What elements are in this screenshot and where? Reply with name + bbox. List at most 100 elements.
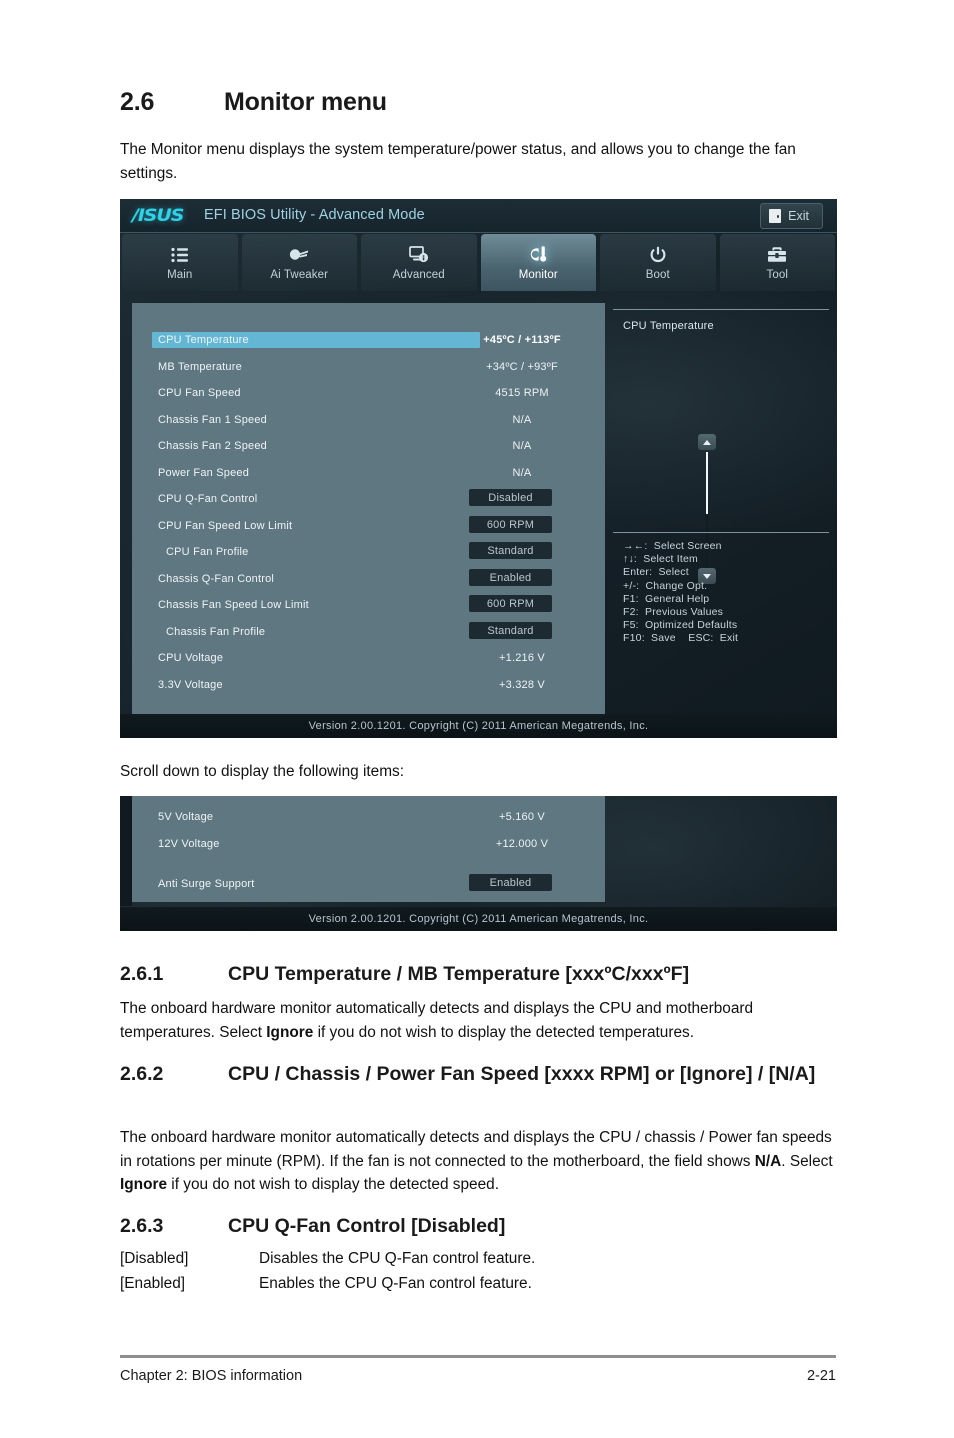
item-value-chassis-fan-1-speed: N/A <box>512 414 532 426</box>
item-label-mb-temperature[interactable]: MB Temperature <box>158 361 242 373</box>
manual-page: 2.6 Monitor menu The Monitor menu display… <box>0 0 954 1438</box>
intro-paragraph: The Monitor menu displays the system tem… <box>120 141 796 182</box>
bios2-items-panel: 5V Voltage 12V Voltage Anti Surge Suppor… <box>132 796 605 902</box>
tab-ai-tweaker[interactable]: Ai Tweaker <box>241 234 357 291</box>
definition-term-enabled: [Enabled] <box>120 1275 186 1292</box>
item-label-3-3v-voltage[interactable]: 3.3V Voltage <box>158 679 223 691</box>
heading-2-6-1: 2.6.1 CPU Temperature / MB Temperature [x… <box>120 960 828 989</box>
tab-main[interactable]: Main <box>122 234 238 291</box>
tab-monitor-label: Monitor <box>518 268 558 281</box>
section-title: Monitor menu <box>224 88 387 116</box>
help-bottom-divider <box>613 532 829 533</box>
paragraph-2-6-1: The onboard hardware monitor automatical… <box>120 997 836 1044</box>
scroll-note: Scroll down to display the following ite… <box>120 763 405 780</box>
item-label-cpu-voltage[interactable]: CPU Voltage <box>158 652 223 664</box>
p262-a: The onboard hardware monitor automatical… <box>120 1129 832 1170</box>
definition-desc-disabled: Disables the CPU Q-Fan control feature. <box>259 1250 536 1267</box>
option-chassis-fan-profile[interactable]: Standard <box>469 622 552 639</box>
item-value-cpu-voltage: +1.216 V <box>499 652 545 664</box>
footer-divider <box>120 1355 836 1358</box>
help-top-divider <box>613 309 829 310</box>
definition-list-2-6-3: [Disabled] Disables the CPU Q-Fan control… <box>120 1246 836 1296</box>
heading-2-6-1-number: 2.6.1 <box>120 963 164 985</box>
definition-term-disabled: [Disabled] <box>120 1250 189 1267</box>
item-label-cpu-fan-speed-low-limit[interactable]: CPU Fan Speed Low Limit <box>158 520 292 532</box>
tab-advanced-label: Advanced <box>392 268 445 281</box>
heading-2-6-2: 2.6.2 CPU / Chassis / Power Fan Speed [xx… <box>120 1060 828 1089</box>
item-value-3-3v-voltage: +3.328 V <box>499 679 545 691</box>
item-value-chassis-fan-2-speed: N/A <box>512 440 532 452</box>
option-anti-surge-support[interactable]: Enabled <box>469 874 552 891</box>
item-value-cpu-temperature: +45ºC / +113ºF <box>483 334 561 346</box>
bios-utility-title: EFI BIOS Utility - Advanced Mode <box>204 207 425 223</box>
bios-version-footer: Version 2.00.1201. Copyright (C) 2011 Am… <box>308 720 649 732</box>
item-value-12v-voltage: +12.000 V <box>495 838 549 850</box>
p262-bold-1: N/A <box>754 1152 782 1170</box>
item-label-chassis-fan-2-speed[interactable]: Chassis Fan 2 Speed <box>158 440 267 452</box>
tab-tool[interactable]: Tool <box>719 234 835 291</box>
item-label-chassis-q-fan-control[interactable]: Chassis Q-Fan Control <box>158 573 274 585</box>
bios-tab-bar: Main Ai Tweaker Advanced Monitor Boot To… <box>120 232 837 291</box>
heading-2-6-2-number: 2.6.2 <box>120 1063 164 1085</box>
bios-header-bar: /ISUS EFI BIOS Utility - Advanced Mode E… <box>120 199 837 233</box>
item-value-5v-voltage: +5.160 V <box>499 811 545 823</box>
footer-chapter-label: Chapter 2: BIOS information <box>120 1368 303 1384</box>
tab-ai-tweaker-label: Ai Tweaker <box>270 268 329 281</box>
tab-boot[interactable]: Boot <box>600 234 716 291</box>
item-value-mb-temperature: +34ºC / +93ºF <box>486 361 558 373</box>
item-label-5v-voltage[interactable]: 5V Voltage <box>158 811 213 823</box>
item-label-cpu-fan-speed[interactable]: CPU Fan Speed <box>158 387 241 399</box>
p261-bold: Ignore <box>266 1023 314 1041</box>
option-chassis-fan-speed-low-limit[interactable]: 600 RPM <box>469 595 552 612</box>
p262-c: if you do not wish to display the detect… <box>167 1176 499 1193</box>
paragraph-2-6-2: The onboard hardware monitor automatical… <box>120 1126 836 1197</box>
option-cpu-fan-profile[interactable]: Standard <box>469 542 552 559</box>
item-label-chassis-fan-speed-low-limit[interactable]: Chassis Fan Speed Low Limit <box>158 599 309 611</box>
asus-logo: /ISUS <box>132 206 184 226</box>
item-label-cpu-fan-profile[interactable]: CPU Fan Profile <box>166 546 248 558</box>
item-label-power-fan-speed[interactable]: Power Fan Speed <box>158 467 249 479</box>
definition-row-disabled: [Disabled] Disables the CPU Q-Fan control… <box>120 1246 836 1271</box>
p262-b: . Select <box>781 1152 833 1170</box>
heading-2-6-3: 2.6.3 CPU Q-Fan Control [Disabled] <box>120 1212 828 1241</box>
page-number: 2-21 <box>806 1368 836 1384</box>
exit-button-label: Exit <box>788 209 809 223</box>
thermometer-icon <box>528 245 548 265</box>
item-label-chassis-fan-1-speed[interactable]: Chassis Fan 1 Speed <box>158 414 267 426</box>
definition-row-enabled: [Enabled] Enables the CPU Q-Fan control f… <box>120 1271 836 1296</box>
heading-2-6-1-title: CPU Temperature / MB Temperature [xxxºC/… <box>228 963 690 985</box>
bios2-left-edge <box>120 796 132 906</box>
list-icon <box>171 245 189 265</box>
help-panel: CPU Temperature →←: Select Screen ↑↓: Se… <box>613 299 829 714</box>
p261-b: if you do not wish to display the detect… <box>313 1023 695 1041</box>
tab-main-label: Main <box>167 268 193 281</box>
option-chassis-q-fan-control[interactable]: Enabled <box>469 569 552 586</box>
p262-bold-2: Ignore <box>120 1176 168 1193</box>
item-label-anti-surge-support[interactable]: Anti Surge Support <box>158 878 255 890</box>
help-key-legend: →←: Select Screen ↑↓: Select Item Enter:… <box>623 540 739 645</box>
item-value-power-fan-speed: N/A <box>512 467 532 479</box>
option-cpu-fan-speed-low-limit[interactable]: 600 RPM <box>469 516 552 533</box>
bios-screenshot-secondary: 5V Voltage 12V Voltage Anti Surge Suppor… <box>120 796 837 931</box>
item-label-cpu-q-fan-control[interactable]: CPU Q-Fan Control <box>158 493 257 505</box>
option-cpu-q-fan-control[interactable]: Disabled <box>469 489 552 506</box>
tab-boot-label: Boot <box>645 268 670 281</box>
tab-monitor[interactable]: Monitor <box>480 234 596 291</box>
bios2-version-footer: Version 2.00.1201. Copyright (C) 2011 Am… <box>308 913 649 925</box>
item-label-cpu-temperature[interactable]: CPU Temperature <box>158 334 249 346</box>
help-item-title: CPU Temperature <box>623 320 714 332</box>
exit-button[interactable]: Exit <box>760 203 823 229</box>
toolbox-icon <box>767 245 787 265</box>
exit-door-icon <box>769 209 782 223</box>
heading-2-6-3-title: CPU Q-Fan Control [Disabled] <box>228 1215 506 1237</box>
tab-advanced[interactable]: Advanced <box>361 234 477 291</box>
bios-screenshot-primary: /ISUS EFI BIOS Utility - Advanced Mode E… <box>120 199 837 738</box>
page-title: 2.6 Monitor menu <box>120 88 387 117</box>
heading-2-6-3-number: 2.6.3 <box>120 1215 164 1237</box>
definition-desc-enabled: Enables the CPU Q-Fan control feature. <box>259 1275 532 1292</box>
item-label-chassis-fan-profile[interactable]: Chassis Fan Profile <box>166 626 265 638</box>
advanced-icon <box>408 245 429 265</box>
item-value-cpu-fan-speed: 4515 RPM <box>495 387 549 399</box>
section-number: 2.6 <box>120 88 155 116</box>
item-label-12v-voltage[interactable]: 12V Voltage <box>158 838 220 850</box>
